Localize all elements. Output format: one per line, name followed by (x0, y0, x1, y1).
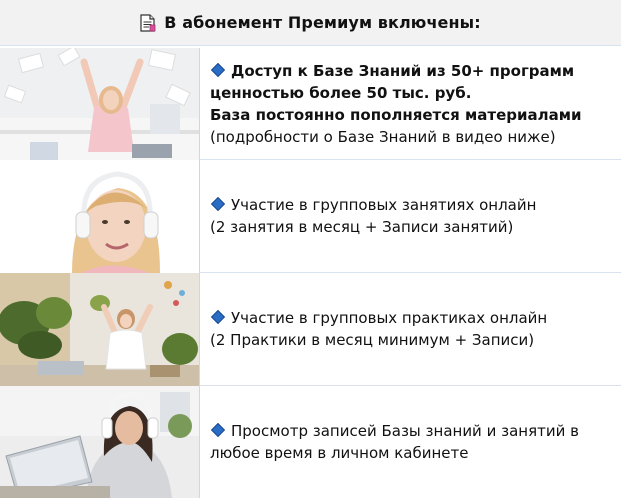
feature-line: Участие в групповых практиках онлайн (210, 307, 613, 329)
panel-title: В абонемент Премиум включены: (164, 13, 481, 32)
feature-line: Доступ к Базе Знаний из 50+ программ (210, 60, 613, 82)
photo-woman-headphones (0, 160, 199, 273)
feature-row: Участие в групповых практиках онлайн (2 … (0, 273, 621, 386)
feature-line: ценностью более 50 тыс. руб. (210, 83, 472, 102)
features-list: Доступ к Базе Знаний из 50+ программ цен… (0, 48, 621, 498)
photo-woman-stretching-plants (0, 273, 199, 386)
document-icon (140, 13, 156, 32)
blue-diamond-icon (210, 62, 226, 77)
feature-line: (подробности о Базе Знаний в видео ниже) (210, 127, 556, 146)
blue-diamond-icon (210, 422, 226, 438)
feature-cell: Участие в групповых практиках онлайн (2 … (199, 273, 621, 386)
feature-row: Доступ к Базе Знаний из 50+ программ цен… (0, 48, 621, 160)
feature-row: Участие в групповых занятиях онлайн (2 з… (0, 160, 621, 273)
photo-woman-laptop-headphones (0, 386, 199, 498)
feature-line: любое время в личном кабинете (210, 444, 469, 462)
feature-line: База постоянно пополняется материалами (210, 105, 582, 124)
feature-line: Просмотр записей Базы знаний и занятий в (210, 420, 613, 442)
feature-line: (2 Практики в месяц минимум + Записи) (210, 331, 535, 349)
blue-diamond-icon (210, 196, 226, 212)
feature-row: Просмотр записей Базы знаний и занятий в… (0, 386, 621, 498)
feature-cell: Участие в групповых занятиях онлайн (2 з… (199, 160, 621, 273)
feature-line: Участие в групповых занятиях онлайн (210, 194, 613, 216)
panel-header: В абонемент Премиум включены: (0, 0, 621, 46)
feature-cell: Доступ к Базе Знаний из 50+ программ цен… (199, 48, 621, 160)
photo-woman-celebrating-papers (0, 48, 199, 160)
premium-features-panel: В абонемент Премиум включены: Доступ к Б… (0, 0, 621, 498)
feature-cell: Просмотр записей Базы знаний и занятий в… (199, 386, 621, 498)
feature-line: (2 занятия в месяц + Записи занятий) (210, 218, 514, 236)
blue-diamond-icon (210, 309, 226, 325)
